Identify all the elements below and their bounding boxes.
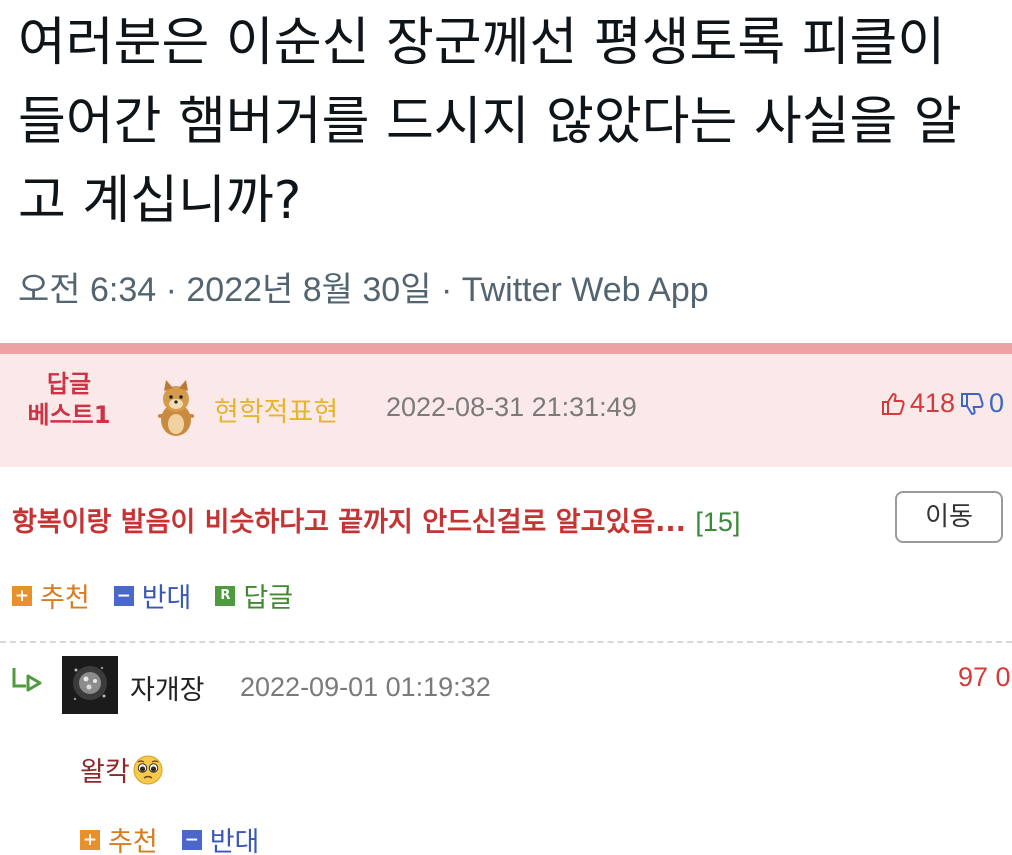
reply-recommend-label: 추천 <box>108 827 158 855</box>
best-comment-text: 항복이랑 발음이 비슷하다고 끝까지 안드신걸로 알고있음... <box>12 507 686 538</box>
dog-avatar-icon[interactable] <box>152 380 200 438</box>
tweet-timestamp: 오전 6:34 · 2022년 8월 30일 · Twitter Web App <box>18 271 709 309</box>
reply-label: 답글 <box>243 583 294 614</box>
best-comment-votes: 418 0 <box>880 388 1004 419</box>
comment-separator <box>0 641 1012 643</box>
plus-icon: + <box>12 585 32 606</box>
best-comment-nickname[interactable]: 현학적표현 <box>214 390 338 429</box>
best-comment-datetime: 2022-08-31 21:31:49 <box>386 392 637 422</box>
best-comment-body[interactable]: 항복이랑 발음이 비슷하다고 끝까지 안드신걸로 알고있음... [15] <box>12 500 740 539</box>
oppose-button[interactable]: − 반대 <box>113 576 192 615</box>
reply-nickname[interactable]: 자개장 <box>130 668 205 707</box>
tweet-text: 여러분은 이순신 장군께선 평생토록 피클이 들어간 햄버거를 드시지 않았다는… <box>18 13 962 231</box>
reply-text: 왈칵 <box>80 757 130 788</box>
reply-actions: + 추천 − 반대 <box>80 820 259 855</box>
minus-icon: − <box>181 829 202 850</box>
reply-datetime: 2022-09-01 01:19:32 <box>240 672 491 702</box>
recommend-button[interactable]: + 추천 <box>12 576 90 615</box>
reply-oppose-button[interactable]: − 반대 <box>181 820 260 855</box>
best-comment-actions: + 추천 − 반대 R 답글 <box>12 576 293 615</box>
oppose-label: 반대 <box>141 583 192 614</box>
best-label-line1: 답글 <box>46 370 92 398</box>
reply-oppose-label: 반대 <box>209 827 260 855</box>
user-avatar[interactable] <box>62 656 118 714</box>
best-comment-header: 답글 베스트1 현학적표현 2022-08-31 21:31:49 418 0 <box>0 354 1012 467</box>
reply-icon: R <box>215 585 236 606</box>
reply-button[interactable]: R 답글 <box>215 576 293 615</box>
pleading-face-emoji-icon <box>133 755 163 784</box>
best-reply-badge: 답글 베스트1 <box>10 369 128 431</box>
reply-count: [15] <box>695 507 741 537</box>
reply-body: 왈칵 <box>80 750 164 789</box>
reply-arrow-icon <box>12 668 42 692</box>
section-divider <box>0 343 1012 354</box>
minus-icon: − <box>113 585 134 606</box>
like-count: 418 <box>909 388 955 418</box>
best-label-line2: 베스트1 <box>27 401 111 429</box>
plus-icon: + <box>80 829 100 850</box>
thumbs-down-icon[interactable] <box>959 391 985 417</box>
reply-votes: 97 0 <box>958 662 1011 692</box>
page: 여러분은 이순신 장군께선 평생토록 피클이 들어간 햄버거를 드시지 않았다는… <box>0 0 1012 855</box>
dislike-count: 0 <box>988 388 1004 418</box>
move-button[interactable]: 이동 <box>895 491 1003 543</box>
recommend-label: 추천 <box>40 583 90 614</box>
reply-recommend-button[interactable]: + 추천 <box>80 820 158 855</box>
thumbs-up-icon[interactable] <box>880 391 906 417</box>
